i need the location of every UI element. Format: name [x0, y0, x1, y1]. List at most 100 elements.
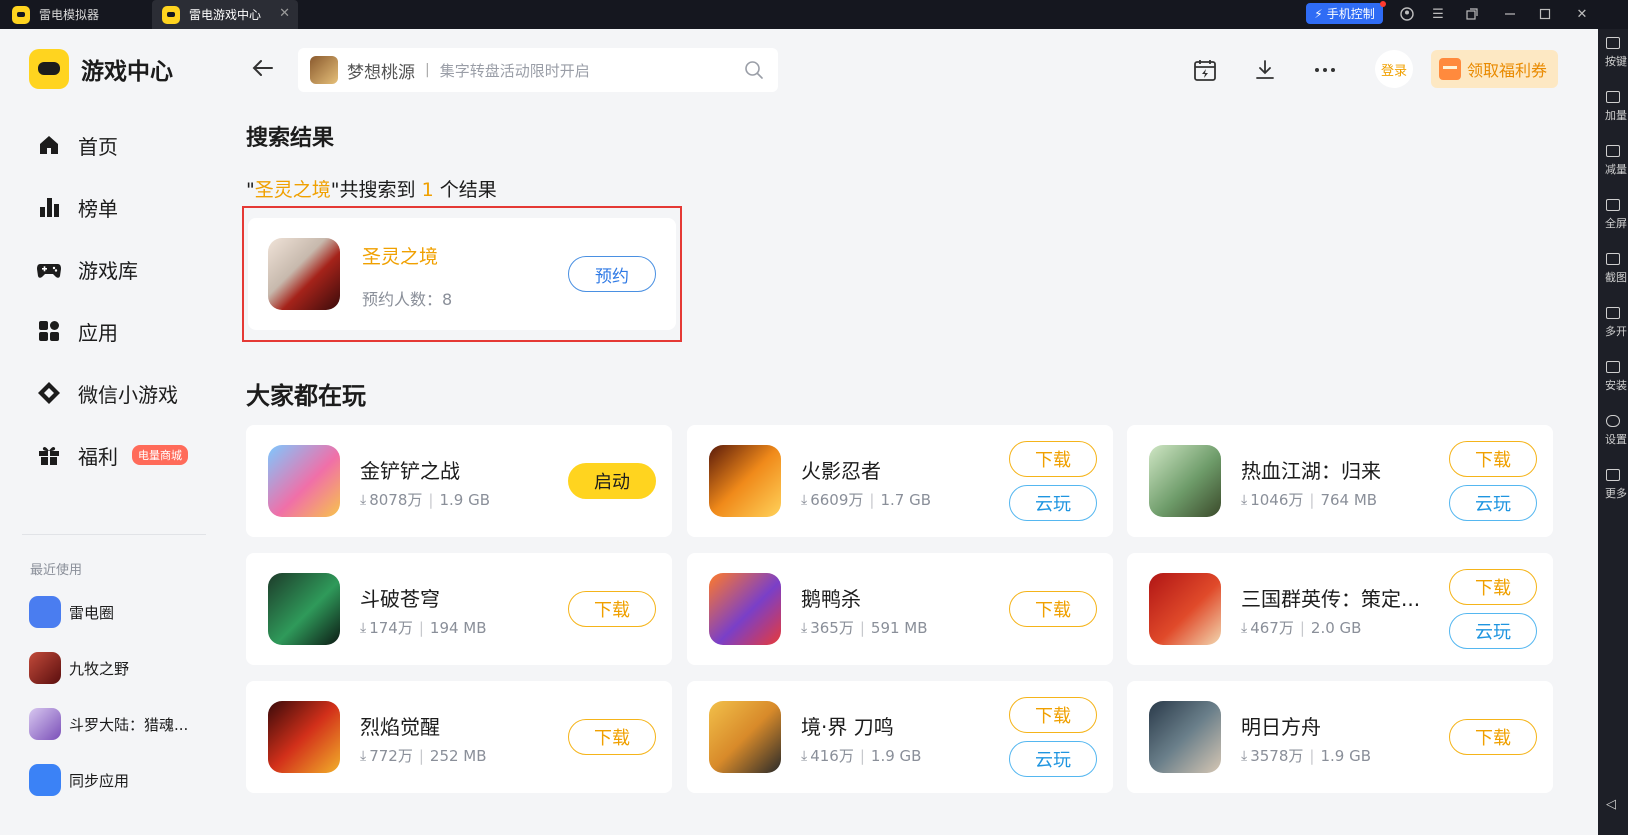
download-button[interactable]: 下载	[1009, 697, 1097, 733]
sidebar-divider	[22, 534, 206, 535]
game-meta: ⤓ 365万 | 591 MB	[801, 617, 928, 638]
toolbar-more-button[interactable]: 更多	[1598, 469, 1628, 501]
recent-item[interactable]: 雷电圈	[29, 595, 114, 629]
game-icon	[1149, 445, 1221, 517]
result-reservation-count: 预约人数：8	[362, 290, 453, 309]
nav-welfare[interactable]: 福利 电量商城	[36, 435, 188, 475]
cloud-play-button[interactable]: 云玩	[1009, 485, 1097, 521]
search-icon[interactable]	[744, 60, 764, 80]
notification-dot	[1380, 1, 1386, 7]
recent-item[interactable]: 同步应用	[29, 763, 129, 797]
file-size: 2.0 GB	[1310, 618, 1362, 637]
close-window-icon[interactable]: ✕	[1572, 4, 1592, 24]
tab-game-center[interactable]: 雷电游戏中心 ✕	[152, 0, 298, 29]
download-button[interactable]: 下载	[1449, 441, 1537, 477]
toolbar-settings-button[interactable]: 设置	[1598, 415, 1628, 447]
game-icon	[29, 708, 61, 740]
toolbar-keymap-button[interactable]: 按键	[1598, 37, 1628, 69]
nav-home[interactable]: 首页	[36, 125, 118, 165]
toolbar-label: 减量	[1605, 163, 1627, 176]
nav-game-library[interactable]: 游戏库	[36, 249, 138, 289]
game-card[interactable]: 明日方舟 ⤓ 3578万 | 1.9 GB 下载	[1127, 681, 1553, 793]
account-icon[interactable]	[1397, 4, 1417, 24]
restore-window-icon[interactable]	[1462, 4, 1482, 24]
phone-control-button[interactable]: ⚡ 手机控制	[1306, 1, 1386, 24]
recent-item[interactable]: 斗罗大陆：猎魂...	[29, 707, 188, 741]
toolbar-label: 按键	[1605, 55, 1627, 68]
keyboard-icon	[1606, 37, 1620, 49]
game-icon	[709, 573, 781, 645]
reserve-button[interactable]: 预约	[568, 256, 656, 292]
toolbar-label: 多开	[1605, 325, 1627, 338]
file-size: 591 MB	[870, 618, 928, 637]
game-card[interactable]: 金铲铲之战 ⤓ 8078万 | 1.9 GB 启动	[246, 425, 672, 537]
toolbar-install-button[interactable]: 安装	[1598, 361, 1628, 393]
nav-badge: 电量商城	[132, 445, 188, 465]
file-size: 194 MB	[429, 618, 487, 637]
game-card[interactable]: 三国群英传：策定... ⤓ 467万 | 2.0 GB 下载 云玩	[1127, 553, 1553, 665]
download-button[interactable]: 下载	[568, 591, 656, 627]
close-tab-icon[interactable]: ✕	[279, 7, 290, 21]
result-game-name: 圣灵之境	[362, 246, 439, 268]
cloud-play-button[interactable]: 云玩	[1009, 741, 1097, 777]
back-triangle-icon[interactable]: ◁	[1606, 797, 1616, 812]
volume-up-icon	[1606, 91, 1620, 103]
back-arrow-icon[interactable]	[250, 55, 276, 81]
home-icon	[36, 132, 62, 158]
calendar-icon[interactable]	[1193, 58, 1219, 84]
game-card[interactable]: 热血江湖：归来 ⤓ 1046万 | 764 MB 下载 云玩	[1127, 425, 1553, 537]
game-icon	[268, 445, 340, 517]
toolbar-fullscreen-button[interactable]: 全屏	[1598, 199, 1628, 231]
download-count-icon: ⤓	[1241, 491, 1248, 508]
menu-icon[interactable]: ☰	[1428, 4, 1448, 24]
tab-label: 雷电游戏中心	[189, 8, 262, 22]
game-card[interactable]: 斗破苍穹 ⤓ 174万 | 194 MB 下载	[246, 553, 672, 665]
game-card[interactable]: 火影忍者 ⤓ 6609万 | 1.7 GB 下载 云玩	[687, 425, 1113, 537]
right-toolbar: 按键 加量 减量 全屏 截图 多开 安装 设置 更多 ◁	[1598, 29, 1628, 835]
download-count-icon: ⤓	[801, 747, 808, 764]
game-name: 烈焰觉醒	[360, 715, 440, 739]
game-card[interactable]: 境·界 刀鸣 ⤓ 416万 | 1.9 GB 下载 云玩	[687, 681, 1113, 793]
nav-ranking[interactable]: 榜单	[36, 187, 118, 227]
download-button[interactable]: 下载	[1449, 569, 1537, 605]
game-icon	[29, 652, 61, 684]
nav-apps[interactable]: 应用	[36, 311, 118, 351]
launch-button[interactable]: 启动	[568, 463, 656, 499]
meta-separator: |	[418, 618, 424, 637]
file-size: 1.9 GB	[870, 746, 922, 765]
result-summary: "圣灵之境"共搜索到 1 个结果	[246, 175, 497, 202]
download-button[interactable]: 下载	[568, 719, 656, 755]
nav-label: 福利	[78, 444, 118, 469]
summary-text: "共搜索到	[330, 179, 416, 201]
search-result-card[interactable]: 圣灵之境 预约人数：8 预约	[248, 218, 676, 330]
toolbar-volume-up-button[interactable]: 加量	[1598, 91, 1628, 123]
maximize-icon[interactable]	[1535, 4, 1555, 24]
apk-icon	[1606, 361, 1620, 373]
game-name: 明日方舟	[1241, 715, 1321, 739]
game-icon	[1149, 573, 1221, 645]
minimize-icon[interactable]	[1500, 4, 1520, 24]
download-button[interactable]: 下载	[1449, 719, 1537, 755]
volume-down-icon	[1606, 145, 1620, 157]
file-size: 1.9 GB	[1320, 746, 1371, 765]
download-button[interactable]: 下载	[1009, 591, 1097, 627]
download-button[interactable]: 下载	[1009, 441, 1097, 477]
coupon-button[interactable]: 领取福利券	[1431, 50, 1558, 88]
cloud-play-button[interactable]: 云玩	[1449, 613, 1537, 649]
nav-wechat-games[interactable]: 微信小游戏	[36, 373, 178, 413]
cloud-play-button[interactable]: 云玩	[1449, 485, 1537, 521]
game-icon	[310, 56, 338, 84]
more-options-icon[interactable]	[1313, 58, 1339, 84]
toolbar-multi-instance-button[interactable]: 多开	[1598, 307, 1628, 339]
recent-item[interactable]: 九牧之野	[29, 651, 129, 685]
search-input[interactable]: 梦想桃源 | 集字转盘活动限时开启	[298, 48, 778, 92]
game-card[interactable]: 烈焰觉醒 ⤓ 772万 | 252 MB 下载	[246, 681, 672, 793]
tab-emulator[interactable]: 雷电模拟器	[0, 0, 150, 29]
download-count-icon: ⤓	[1241, 747, 1248, 764]
game-card[interactable]: 鹅鸭杀 ⤓ 365万 | 591 MB 下载	[687, 553, 1113, 665]
login-button[interactable]: 登录	[1375, 50, 1413, 88]
toolbar-screenshot-button[interactable]: 截图	[1598, 253, 1628, 285]
download-icon[interactable]	[1253, 58, 1279, 84]
search-game-name: 梦想桃源	[347, 62, 415, 83]
toolbar-volume-down-button[interactable]: 减量	[1598, 145, 1628, 177]
